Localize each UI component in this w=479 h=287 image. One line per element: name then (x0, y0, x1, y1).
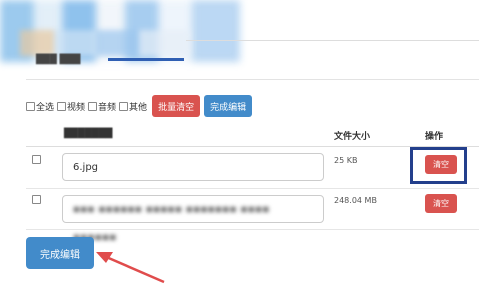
filter-video-checkbox[interactable]: 视频 (57, 100, 85, 113)
batch-clear-button[interactable]: 批量清空 (152, 95, 201, 117)
table-row: ▪▪▪ ▪▪▪▪▪▪ ▪▪▪▪▪ ▪▪▪▪▪▪▪ ▪▪▪▪ ▪▪▪▪▪▪ 248… (26, 189, 479, 243)
active-tab-underline (108, 58, 184, 61)
filter-audio-label: 音频 (98, 102, 117, 113)
col-op-header: 操作 (425, 132, 444, 142)
filter-other-checkbox[interactable]: 其他 (119, 100, 147, 113)
section-divider (26, 79, 479, 80)
arrow-head (96, 252, 113, 263)
finish-edit-button[interactable]: 完成编辑 (26, 237, 94, 269)
clear-row-button[interactable]: 清空 (425, 194, 457, 213)
file-size: 25 KB (334, 156, 358, 165)
section-label-blurred: ███ ███ (36, 55, 81, 65)
checkbox-icon[interactable] (26, 101, 35, 111)
table-row: 25 KB 清空 (26, 147, 479, 189)
col-size-header: 文件大小 (334, 132, 371, 142)
row-checkbox[interactable] (32, 155, 41, 164)
checkbox-icon[interactable] (57, 101, 67, 111)
header-divider (186, 40, 479, 41)
filter-all-label: 全选 (36, 102, 55, 113)
row-checkbox[interactable] (32, 195, 41, 204)
filter-other-label: 其他 (129, 102, 148, 113)
filter-video-label: 视频 (67, 102, 86, 113)
filter-toolbar: 全选 视频 音频 其他 批量清空 完成编辑 (26, 94, 253, 118)
file-name-input[interactable] (62, 153, 324, 181)
filter-audio-checkbox[interactable]: 音频 (88, 100, 116, 113)
arrow-shaft (103, 254, 165, 284)
file-size: 248.04 MB (334, 196, 377, 205)
blurred-file-name: ▪▪▪ ▪▪▪▪▪▪ ▪▪▪▪▪ ▪▪▪▪▪▪▪ ▪▪▪▪ ▪▪▪▪▪▪ (73, 204, 270, 243)
file-name-input[interactable]: ▪▪▪ ▪▪▪▪▪▪ ▪▪▪▪▪ ▪▪▪▪▪▪▪ ▪▪▪▪ ▪▪▪▪▪▪ (62, 195, 324, 243)
blurred-header-detail (20, 30, 190, 56)
col-name-header-blurred: ███████ (64, 129, 113, 139)
checkbox-icon[interactable] (119, 101, 129, 111)
table-header: ███████ 文件大小 操作 (26, 124, 479, 147)
done-edit-button-top[interactable]: 完成编辑 (204, 95, 253, 117)
checkbox-icon[interactable] (88, 101, 98, 111)
clear-row-button[interactable]: 清空 (425, 155, 457, 174)
filter-all-checkbox[interactable]: 全选 (26, 100, 54, 113)
